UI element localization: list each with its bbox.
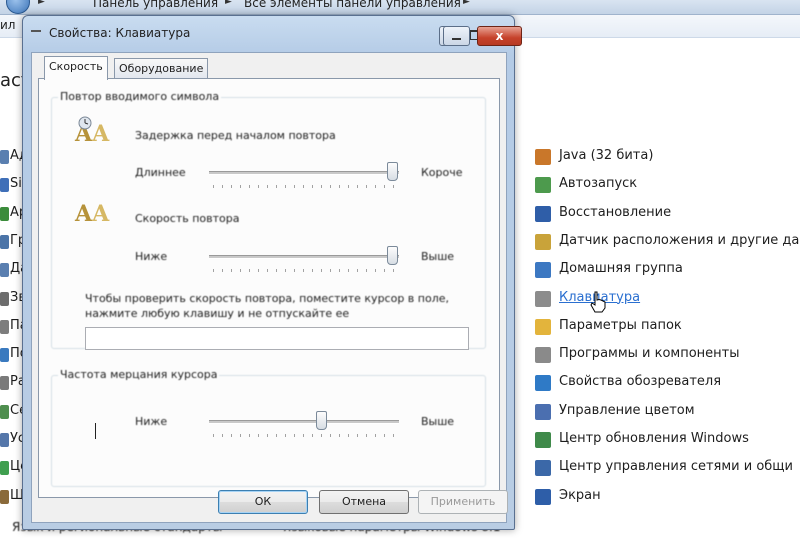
right-list-item-label: Управление цветом <box>559 402 695 418</box>
group-repeat-title: Повтор вводимого символа <box>58 90 222 103</box>
item-icon <box>535 177 551 194</box>
item-icon <box>535 233 551 250</box>
item-icon <box>0 319 9 334</box>
right-list-item[interactable]: Датчик расположения и другие да <box>535 232 800 254</box>
right-list-item-label: Датчик расположения и другие да <box>559 232 800 248</box>
item-icon <box>0 348 9 363</box>
item-icon <box>535 488 551 505</box>
ok-button[interactable]: ОК <box>218 490 308 514</box>
close-button[interactable]: x <box>477 26 522 46</box>
right-list-item[interactable]: Клавиатура <box>535 289 800 311</box>
right-list-item-label: Домашняя группа <box>559 261 683 277</box>
item-icon <box>0 150 9 164</box>
right-list-item[interactable]: Автозапуск <box>535 175 800 197</box>
item-icon <box>0 461 9 476</box>
blink-slider-thumb[interactable] <box>315 411 327 430</box>
chevron-right-icon: ► <box>463 0 470 7</box>
repeat-rate-min-label: Ниже <box>135 250 168 263</box>
item-icon <box>535 262 551 279</box>
hand-cursor-icon <box>590 291 606 313</box>
cancel-button[interactable]: Отмена <box>319 490 409 514</box>
breadcrumb-control-panel[interactable]: Панель управления <box>93 0 218 10</box>
item-icon <box>0 376 9 391</box>
right-list-item[interactable]: Восстановление <box>535 204 800 226</box>
right-list-item[interactable]: Центр обновления Windows <box>535 430 800 452</box>
repeat-delay-slider-track <box>209 171 399 175</box>
item-icon <box>535 403 551 420</box>
item-icon <box>535 347 551 364</box>
item-icon <box>0 178 9 193</box>
item-icon <box>535 205 551 222</box>
repeat-test-input[interactable] <box>85 327 469 350</box>
repeat-rate-icon: AA <box>75 201 110 227</box>
right-list-item-label: Свойства обозревателя <box>559 374 722 390</box>
chevron-right-icon: ► <box>225 0 232 7</box>
chevron-right-icon: ► <box>38 0 45 7</box>
keyboard-properties-dialog: Свойства: Клавиатура x Скорость Оборудов… <box>22 15 522 530</box>
dialog-client: Скорость Оборудование Повтор вводимого с… <box>31 52 508 523</box>
repeat-delay-min-label: Длиннее <box>135 166 186 179</box>
item-icon <box>0 489 9 504</box>
right-list-item[interactable]: Центр управления сетями и общи <box>535 458 800 480</box>
group-cursor-blink: Частота мерцания курсора <box>51 368 486 487</box>
tab-hardware[interactable]: Оборудование <box>114 58 209 79</box>
item-icon <box>0 291 9 306</box>
item-icon <box>535 318 551 335</box>
repeat-delay-max-label: Короче <box>421 166 463 179</box>
right-list-item[interactable]: Параметры папок <box>535 317 800 339</box>
apply-button[interactable]: Применить <box>418 490 508 514</box>
left-list-item-label: Si <box>10 176 22 192</box>
right-list-item-label: Программы и компоненты <box>559 346 740 362</box>
item-icon <box>535 290 551 307</box>
right-list-item-label: Экран <box>559 487 601 503</box>
right-list-item-label: Центр обновления Windows <box>559 431 749 446</box>
keyboard-icon <box>31 30 41 38</box>
repeat-delay-slider-thumb[interactable] <box>387 162 398 181</box>
item-icon <box>535 432 551 448</box>
blink-slider-track <box>209 420 399 424</box>
item-icon <box>535 460 551 477</box>
right-list-item-label: Java (32 бита) <box>559 148 654 163</box>
close-icon: x <box>495 29 504 43</box>
dialog-title: Свойства: Клавиатура <box>49 26 191 40</box>
right-list-item-label: Автозапуск <box>559 176 638 192</box>
tab-speed[interactable]: Скорость <box>44 56 108 80</box>
repeat-test-hint: Чтобы проверить скорость повтора, помест… <box>85 292 449 320</box>
right-list-item[interactable]: Экран <box>535 487 800 509</box>
right-list-item-label: Параметры папок <box>559 317 682 333</box>
right-list-item[interactable]: Java (32 бита) <box>535 147 800 169</box>
right-list-item-label: Центр управления сетями и общи <box>559 459 793 475</box>
right-list-item[interactable]: Управление цветом <box>535 402 800 424</box>
restore-button[interactable] <box>443 26 470 46</box>
clock-icon <box>78 116 92 130</box>
right-list-item-label: Восстановление <box>559 204 672 220</box>
address-bar[interactable]: ► Панель управления ► Все элементы панел… <box>0 0 800 15</box>
repeat-rate-label: Скорость повтора <box>135 212 240 225</box>
repeat-rate-slider-track <box>209 255 399 259</box>
back-button[interactable] <box>6 0 30 14</box>
repeat-delay-label: Задержка перед началом повтора <box>135 129 336 142</box>
menu-item-file[interactable]: ил <box>0 18 15 32</box>
item-icon <box>0 234 9 249</box>
right-list-item[interactable]: Программы и компоненты <box>535 345 800 367</box>
blink-min-label: Ниже <box>135 415 168 428</box>
right-list-item[interactable]: Свойства обозревателя <box>535 373 800 395</box>
blink-max-label: Выше <box>421 415 455 428</box>
right-list-item[interactable]: Домашняя группа <box>535 260 800 282</box>
item-icon <box>535 375 551 392</box>
item-icon <box>0 263 9 278</box>
item-icon <box>535 149 551 165</box>
repeat-rate-slider-thumb[interactable] <box>387 246 398 265</box>
item-icon <box>0 206 9 221</box>
item-icon <box>0 433 9 447</box>
repeat-rate-max-label: Выше <box>421 250 455 263</box>
speed-tab-panel: Повтор вводимого символа AA Задержка пер… <box>38 78 500 498</box>
cursor-blink-preview <box>95 423 96 439</box>
repeat-rate-ticks <box>213 269 394 273</box>
repeat-delay-ticks <box>213 185 394 189</box>
group-cursor-title: Частота мерцания курсора <box>58 368 220 381</box>
breadcrumb-all-items[interactable]: Все элементы панели управления <box>244 0 461 10</box>
blink-ticks <box>213 434 394 438</box>
item-icon <box>0 404 9 419</box>
